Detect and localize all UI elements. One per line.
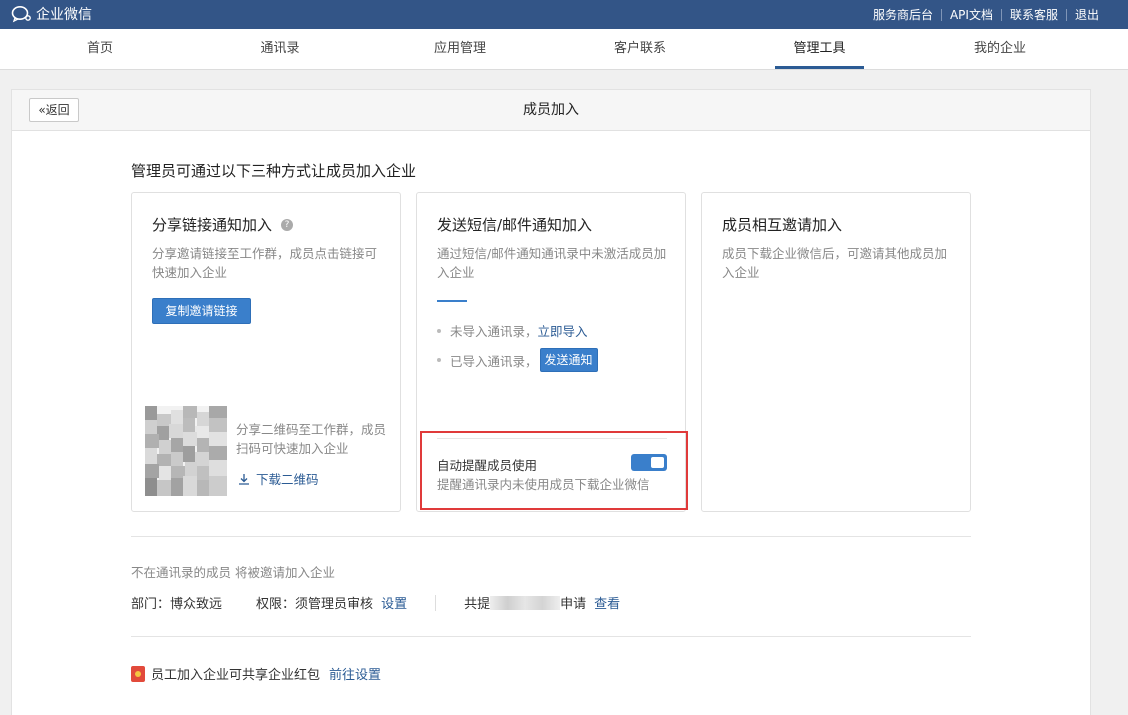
page-title: 成员加入: [523, 102, 579, 118]
top-link-api-docs[interactable]: API文档: [950, 6, 993, 23]
dept-label: 部门：: [131, 597, 171, 612]
nav-item-tools[interactable]: 管理工具: [775, 29, 864, 69]
nav-item-my-company[interactable]: 我的企业: [955, 29, 1045, 69]
content-panel: 成员加入 «返回 管理员可通过以下三种方式让成员加入企业 分享链接通知加入 ? …: [11, 89, 1091, 715]
qr-code-image: [145, 406, 227, 496]
copy-invite-link-button[interactable]: 复制邀请链接: [152, 298, 251, 324]
highlight-box: [420, 431, 688, 510]
card-title: 发送短信/邮件通知加入: [437, 214, 592, 235]
top-links: 服务商后台 API文档 联系客服 退出: [873, 6, 1099, 23]
question-icon[interactable]: ?: [281, 218, 294, 231]
red-packet-settings-link[interactable]: 前往设置: [329, 664, 381, 683]
bullet-text: 未导入通讯录，: [450, 324, 538, 339]
card-title-text: 发送短信/邮件通知加入: [437, 216, 593, 234]
perm-settings-link[interactable]: 设置: [381, 593, 407, 612]
perm-label: 权限：: [256, 597, 296, 612]
card-share-link: 分享链接通知加入 ? 分享邀请链接至工作群，成员点击链接可快速加入企业 复制邀请…: [131, 192, 401, 512]
divider: [131, 636, 971, 637]
bullet-text: 已导入通讯录，: [450, 353, 538, 369]
apply-prefix: 共提: [464, 597, 491, 612]
card-title-text: 成员相互邀请加入: [722, 216, 843, 234]
bullet-dot: [437, 358, 441, 362]
blurred-count: [490, 595, 561, 610]
list-item: 已导入通讯录， 发送通知: [437, 348, 598, 372]
join-settings-row: 部门： 博众致远 权限： 须管理员审核 设置 共提 申请 查看: [131, 593, 620, 612]
view-applications-link[interactable]: 查看: [594, 593, 620, 612]
wecom-logo-icon: [11, 6, 31, 23]
nav-item-home[interactable]: 首页: [55, 29, 145, 69]
red-packet-icon: [131, 665, 145, 682]
divider: [1065, 8, 1067, 21]
card-description: 成员下载企业微信后，可邀请其他成员加入企业: [722, 246, 948, 280]
main-nav: 首页 通讯录 应用管理 客户联系 管理工具 我的企业: [0, 29, 1128, 70]
top-bar: 企业微信 服务商后台 API文档 联系客服 退出: [0, 0, 1128, 29]
nav-item-apps[interactable]: 应用管理: [415, 29, 505, 69]
send-notice-button[interactable]: 发送通知: [539, 348, 598, 372]
import-now-link[interactable]: 立即导入: [538, 321, 588, 340]
divider: [1000, 8, 1002, 21]
back-button[interactable]: «返回: [29, 98, 79, 122]
red-packet-row: 员工加入企业可共享企业红包 前往设置: [131, 664, 381, 683]
card-description: 分享邀请链接至工作群，成员点击链接可快速加入企业: [152, 246, 378, 280]
download-qr-label: 下载二维码: [256, 472, 319, 487]
card-mutual-invite: 成员相互邀请加入 成员下载企业微信后，可邀请其他成员加入企业: [701, 192, 971, 512]
card-title: 成员相互邀请加入: [722, 214, 842, 235]
divider: [940, 8, 942, 21]
apply-suffix: 申请: [560, 597, 587, 612]
download-qr-link[interactable]: 下载二维码: [238, 469, 319, 488]
bullet-dot: [437, 328, 441, 333]
accent-underline: [437, 300, 467, 302]
top-link-support[interactable]: 联系客服: [1010, 6, 1058, 23]
dept-value: 博众致远: [170, 597, 223, 612]
card-description: 通过短信/邮件通知通讯录中未激活成员加入企业: [437, 246, 667, 280]
intro-text: 管理员可通过以下三种方式让成员加入企业: [131, 162, 417, 180]
divider: [435, 594, 437, 611]
top-link-logout[interactable]: 退出: [1075, 6, 1099, 23]
logo[interactable]: 企业微信: [11, 4, 92, 24]
panel-header: 成员加入 «返回: [12, 90, 1090, 131]
perm-value: 须管理员审核: [295, 597, 374, 612]
list-item: 未导入通讯录， 立即导入: [437, 321, 588, 340]
nav-item-contacts[interactable]: 通讯录: [235, 29, 325, 69]
logo-text: 企业微信: [36, 7, 92, 23]
divider: [131, 536, 971, 537]
card-title-text: 分享链接通知加入: [152, 216, 273, 234]
non-member-note: 不在通讯录的成员 将被邀请加入企业: [131, 565, 335, 580]
download-icon: [239, 473, 249, 485]
card-title: 分享链接通知加入 ?: [152, 214, 294, 235]
qr-description: 分享二维码至工作群，成员扫码可快速加入企业: [236, 422, 387, 456]
red-packet-text: 员工加入企业可共享企业红包: [151, 668, 321, 683]
top-link-provider[interactable]: 服务商后台: [873, 6, 933, 23]
nav-item-customers[interactable]: 客户联系: [595, 29, 685, 69]
